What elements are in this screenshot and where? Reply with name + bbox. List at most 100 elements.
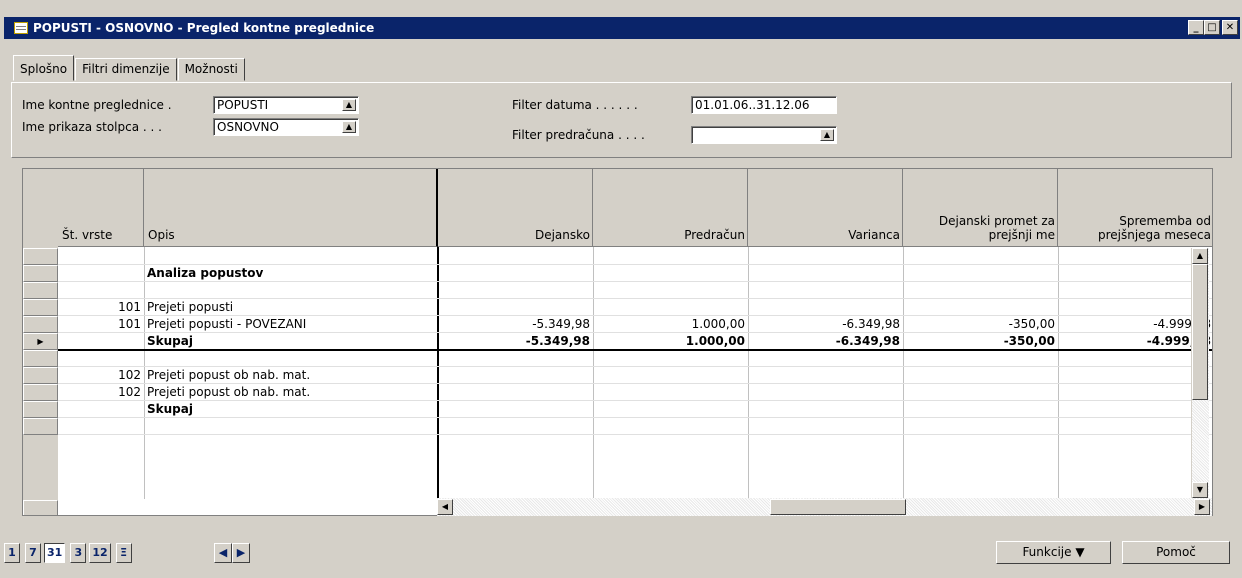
row-number[interactable]: 102 [58, 367, 144, 384]
cell-varianca[interactable] [748, 248, 903, 265]
cell-sprememba[interactable] [1058, 418, 1212, 435]
cell-dejanski-prev[interactable] [903, 299, 1058, 316]
cell-predracun[interactable]: 1.000,00 [593, 316, 748, 333]
row-selector[interactable]: ▶ [23, 333, 58, 350]
row-description[interactable] [144, 248, 437, 265]
cell-sprememba[interactable] [1058, 248, 1212, 265]
cell-varianca[interactable] [748, 282, 903, 299]
scroll-down-icon[interactable]: ▼ [1192, 482, 1208, 498]
cell-dejanski-prev[interactable] [903, 418, 1058, 435]
cell-dejansko[interactable]: -5.349,98 [439, 333, 593, 350]
cell-dejanski-prev[interactable]: -350,00 [903, 333, 1058, 350]
cell-dejansko[interactable] [439, 367, 593, 384]
row-description[interactable] [144, 350, 437, 367]
row-selector[interactable] [23, 265, 58, 282]
row-number[interactable] [58, 248, 144, 265]
cell-sprememba[interactable]: -4.999,98 [1058, 316, 1212, 333]
period-button-3[interactable]: 3 [70, 543, 87, 563]
row-selector[interactable] [23, 350, 58, 367]
period-button-5[interactable]: Ξ [115, 543, 132, 563]
cell-dejansko[interactable] [439, 350, 593, 367]
pomoc-button[interactable]: Pomoč [1122, 541, 1230, 564]
tab-splosno[interactable]: Splošno [13, 55, 75, 81]
next-period-icon[interactable]: ▶ [232, 543, 250, 563]
cell-dejansko[interactable] [439, 265, 593, 282]
cell-dejanski-prev[interactable] [903, 350, 1058, 367]
cell-dejanski-prev[interactable] [903, 282, 1058, 299]
cell-varianca[interactable] [748, 299, 903, 316]
tab-moznosti[interactable]: Možnosti [177, 58, 245, 81]
period-button-0[interactable]: 1 [4, 543, 20, 563]
row-number[interactable] [58, 265, 144, 282]
cell-dejansko[interactable] [439, 384, 593, 401]
row-description[interactable]: Analiza popustov [144, 265, 437, 282]
scroll-right-icon[interactable]: ▶ [1194, 499, 1210, 515]
row-selector[interactable] [23, 248, 58, 265]
cell-dejansko[interactable] [439, 282, 593, 299]
cell-dejansko[interactable] [439, 299, 593, 316]
cell-sprememba[interactable] [1058, 367, 1212, 384]
cell-dejanski-prev[interactable]: -350,00 [903, 316, 1058, 333]
filter-predracuna-field[interactable]: ▲ [691, 126, 837, 144]
scroll-up-icon[interactable]: ▲ [1192, 248, 1208, 264]
cell-predracun[interactable] [593, 367, 748, 384]
row-selector[interactable] [23, 299, 58, 316]
col-header-st-vrste[interactable]: Št. vrste [58, 169, 144, 247]
row-number[interactable] [58, 350, 144, 367]
cell-predracun[interactable] [593, 350, 748, 367]
cell-varianca[interactable] [748, 265, 903, 282]
lookup-arrow-icon[interactable]: ▲ [820, 129, 834, 141]
cell-predracun[interactable] [593, 384, 748, 401]
row-selector[interactable] [23, 282, 58, 299]
row-description[interactable] [144, 282, 437, 299]
row-description[interactable]: Prejeti popusti - POVEZANI [144, 316, 437, 333]
filter-datuma-field[interactable]: 01.01.06..31.12.06 [691, 96, 837, 114]
minimize-button[interactable]: _ [1188, 20, 1204, 35]
row-number[interactable]: 102 [58, 384, 144, 401]
cell-sprememba[interactable] [1058, 265, 1212, 282]
row-number[interactable] [58, 282, 144, 299]
cell-sprememba[interactable] [1058, 350, 1212, 367]
previous-period-icon[interactable]: ◀ [214, 543, 232, 563]
row-description[interactable]: Skupaj [144, 401, 437, 418]
cell-predracun[interactable] [593, 299, 748, 316]
row-selector[interactable] [23, 401, 58, 418]
cell-predracun[interactable] [593, 282, 748, 299]
cell-varianca[interactable] [748, 401, 903, 418]
cell-varianca[interactable] [748, 418, 903, 435]
cell-predracun[interactable] [593, 418, 748, 435]
ime-prikaza-field[interactable]: OSNOVNO ▲ [213, 118, 359, 136]
cell-varianca[interactable] [748, 350, 903, 367]
cell-dejanski-prev[interactable] [903, 367, 1058, 384]
period-button-1[interactable]: 7 [25, 543, 41, 563]
cell-varianca[interactable]: -6.349,98 [748, 333, 903, 350]
period-button-2[interactable]: 31 [44, 543, 66, 563]
row-number[interactable] [58, 418, 144, 435]
cell-predracun[interactable] [593, 401, 748, 418]
row-description[interactable]: Prejeti popusti [144, 299, 437, 316]
close-button[interactable]: ✕ [1222, 20, 1238, 35]
row-selector[interactable] [23, 384, 58, 401]
row-selector[interactable] [23, 367, 58, 384]
row-description[interactable]: Prejeti popust ob nab. mat. [144, 367, 437, 384]
row-selector[interactable] [23, 418, 58, 435]
cell-dejansko[interactable]: -5.349,98 [439, 316, 593, 333]
cell-dejanski-prev[interactable] [903, 248, 1058, 265]
cell-predracun[interactable] [593, 265, 748, 282]
cell-sprememba[interactable] [1058, 401, 1212, 418]
horizontal-scrollbar[interactable]: ◀ ▶ [437, 498, 1212, 516]
horizontal-scroll-thumb[interactable] [770, 499, 906, 515]
vertical-scroll-thumb[interactable] [1192, 264, 1208, 400]
lookup-arrow-icon[interactable]: ▲ [342, 99, 356, 111]
cell-dejansko[interactable] [439, 418, 593, 435]
cell-sprememba[interactable] [1058, 384, 1212, 401]
cell-dejansko[interactable] [439, 248, 593, 265]
scroll-left-icon[interactable]: ◀ [437, 499, 453, 515]
cell-varianca[interactable] [748, 384, 903, 401]
row-number[interactable]: 101 [58, 299, 144, 316]
col-header-dejanski-prev[interactable]: Dejanski promet za prejšnji me [903, 169, 1058, 247]
row-number[interactable] [58, 401, 144, 418]
cell-dejanski-prev[interactable] [903, 401, 1058, 418]
vertical-scrollbar[interactable]: ▲ ▼ [1191, 248, 1209, 516]
tab-filtri-dimenzije[interactable]: Filtri dimenzije [75, 58, 177, 81]
